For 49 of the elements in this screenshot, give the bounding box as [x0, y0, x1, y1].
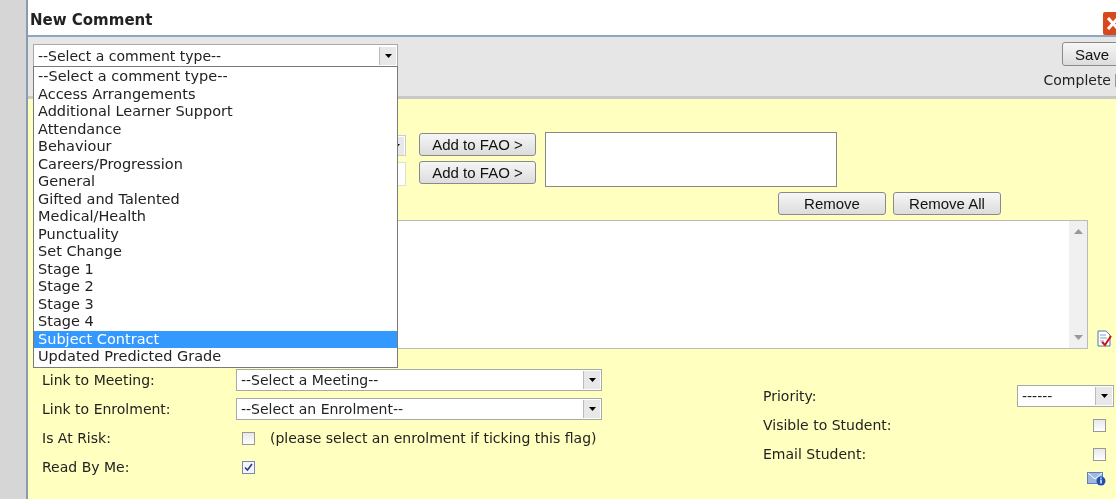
scroll-up-icon[interactable] [1073, 229, 1083, 234]
checkbox[interactable] [242, 460, 255, 474]
caret-icon [588, 407, 596, 411]
remove-all-button[interactable]: Remove All [893, 192, 1001, 215]
dropdown-option[interactable]: Updated Predicted Grade [34, 348, 397, 366]
dropdown-option[interactable]: Access Arrangements [34, 85, 397, 103]
dropdown-option[interactable]: Careers/Progression [34, 155, 397, 173]
dropdown-option[interactable]: Attendance [34, 120, 397, 138]
window-title: New Comment [30, 11, 153, 29]
checkbox[interactable] [1093, 447, 1106, 461]
dropdown-option[interactable]: Stage 1 [34, 260, 397, 278]
checkbox[interactable] [242, 431, 255, 445]
scrollbar[interactable] [1069, 221, 1087, 348]
dropdown-option[interactable]: --Select a comment type-- [34, 68, 397, 86]
field-label: Link to Meeting: [42, 371, 156, 390]
select-field[interactable]: --Select an Enrolment-- [236, 398, 602, 420]
add-to-fao-button[interactable]: Add to FAO > [419, 161, 536, 184]
field-label: Email Student: [763, 445, 868, 464]
checkbox[interactable] [1093, 418, 1106, 432]
complete-label: Complete [1043, 72, 1111, 88]
dropdown-option[interactable]: General [34, 173, 397, 191]
dropdown-option[interactable]: Punctuality [34, 225, 397, 243]
scroll-down-icon[interactable] [1073, 335, 1083, 340]
dropdown-option[interactable]: Stage 3 [34, 295, 397, 313]
dropdown-option[interactable]: Set Change [34, 243, 397, 261]
dropdown-option[interactable]: Gifted and Talented [34, 190, 397, 208]
hint-text: (please select an enrolment if ticking this flag) [270, 430, 597, 446]
spell-check-icon[interactable] [1096, 330, 1112, 347]
mail-info-icon[interactable] [1087, 472, 1106, 486]
select-field[interactable]: --Select a Meeting-- [236, 369, 602, 391]
fao-list-box[interactable] [545, 132, 837, 187]
field-label: Read By Me: [42, 458, 131, 477]
dropdown-option[interactable]: Stage 4 [34, 313, 397, 331]
remove-button[interactable]: Remove [778, 192, 886, 215]
field-label: Is At Risk: [42, 429, 112, 448]
caret-icon [1100, 394, 1108, 398]
comment-type-select[interactable]: --Select a comment type-- [33, 44, 398, 67]
field-label: Link to Enrolment: [42, 400, 172, 419]
dropdown-option[interactable]: Additional Learner Support [34, 103, 397, 121]
dropdown-option[interactable]: Behaviour [34, 138, 397, 156]
caret-icon [588, 378, 596, 382]
field-label: Visible to Student: [763, 416, 893, 435]
save-button[interactable]: Save [1062, 42, 1116, 66]
dropdown-option[interactable]: Medical/Health [34, 208, 397, 226]
field-label: Priority: [763, 387, 818, 406]
priority-select[interactable]: ------ [1017, 385, 1114, 407]
dropdown-option[interactable]: Stage 2 [34, 278, 397, 296]
add-to-fao-button[interactable]: Add to FAO > [419, 133, 536, 156]
caret-icon [384, 53, 392, 58]
